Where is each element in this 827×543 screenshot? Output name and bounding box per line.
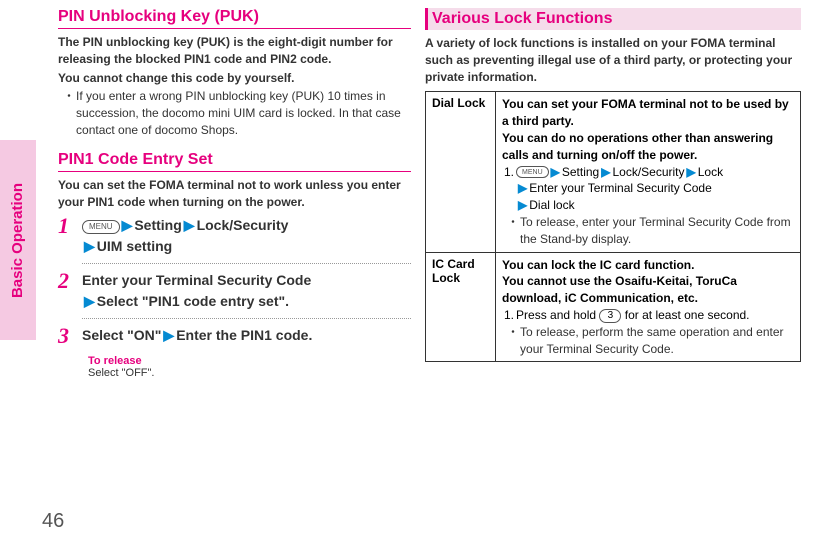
right-column: Various Lock Functions A variety of lock… bbox=[425, 8, 815, 543]
dl-dial: Dial lock bbox=[529, 198, 574, 212]
step-1-body: MENU▶Setting▶Lock/Security ▶UIM setting bbox=[82, 215, 288, 257]
step-num: 1. bbox=[504, 307, 514, 324]
arrow-icon: ▶ bbox=[84, 238, 95, 254]
various-lock-desc: A variety of lock functions is installed… bbox=[425, 35, 801, 85]
step-num-3: 3 bbox=[58, 325, 82, 347]
bullet-dot: ･ bbox=[510, 324, 516, 358]
arrow-icon: ▶ bbox=[84, 293, 95, 309]
step-1-uim: UIM setting bbox=[97, 238, 172, 254]
key-3-icon: 3 bbox=[599, 309, 621, 323]
step-num-2: 2 bbox=[58, 270, 82, 292]
heading-various-lock: Various Lock Functions bbox=[425, 8, 801, 30]
ic-bullet-text: To release, perform the same operation a… bbox=[520, 324, 794, 358]
dial-lock-b2: You can do no operations other than answ… bbox=[502, 130, 794, 164]
ic-step: 1. Press and hold 3 for at least one sec… bbox=[504, 307, 794, 324]
heading-puk: PIN Unblocking Key (PUK) bbox=[58, 8, 411, 29]
dial-lock-bullet-text: To release, enter your Terminal Security… bbox=[520, 214, 794, 248]
step-3-l1: Select "ON" bbox=[82, 327, 161, 343]
menu-icon: MENU bbox=[516, 166, 549, 178]
separator bbox=[82, 318, 411, 319]
dial-lock-b1: You can set your FOMA terminal not to be… bbox=[502, 96, 794, 130]
step-2-body: Enter your Terminal Security Code ▶Selec… bbox=[82, 270, 311, 312]
dl-locksec: Lock/Security bbox=[612, 165, 684, 179]
pin1-desc: You can set the FOMA terminal not to wor… bbox=[58, 177, 411, 211]
step-3: 3 Select "ON"▶Enter the PIN1 code. bbox=[58, 325, 411, 347]
ic-b2: You cannot use the Osaifu-Keitai, ToruCa… bbox=[502, 273, 794, 307]
menu-icon: MENU bbox=[82, 220, 120, 234]
table-row: Dial Lock You can set your FOMA terminal… bbox=[426, 92, 801, 252]
ic-press-b: for at least one second. bbox=[625, 308, 750, 322]
dl-setting: Setting bbox=[562, 165, 599, 179]
heading-pin1: PIN1 Code Entry Set bbox=[58, 151, 411, 172]
step-1-setting: Setting bbox=[134, 217, 181, 233]
separator bbox=[82, 263, 411, 264]
arrow-icon: ▶ bbox=[163, 327, 174, 343]
ic-step-body: Press and hold 3 for at least one second… bbox=[516, 307, 750, 324]
puk-bullet-text: If you enter a wrong PIN unblocking key … bbox=[76, 88, 411, 138]
bullet-dot: ･ bbox=[66, 88, 72, 138]
ic-b1: You can lock the IC card function. bbox=[502, 257, 794, 274]
step-3-body: Select "ON"▶Enter the PIN1 code. bbox=[82, 325, 312, 346]
dl-lock: Lock bbox=[698, 165, 723, 179]
release-body: Select "OFF". bbox=[88, 367, 411, 379]
ic-press-a: Press and hold bbox=[516, 308, 596, 322]
left-column: PIN Unblocking Key (PUK) The PIN unblock… bbox=[58, 8, 425, 543]
arrow-icon: ▶ bbox=[184, 217, 195, 233]
dial-lock-cell: You can set your FOMA terminal not to be… bbox=[496, 92, 801, 252]
sidebar-tab: Basic Operation bbox=[0, 140, 36, 340]
arrow-icon: ▶ bbox=[518, 181, 527, 195]
arrow-icon: ▶ bbox=[518, 198, 527, 212]
arrow-icon: ▶ bbox=[687, 165, 696, 179]
step-num: 1. bbox=[504, 164, 514, 214]
step-1-lock: Lock/Security bbox=[197, 217, 289, 233]
bullet-dot: ･ bbox=[510, 214, 516, 248]
page-content: PIN Unblocking Key (PUK) The PIN unblock… bbox=[58, 0, 827, 543]
step-2-l1: Enter your Terminal Security Code bbox=[82, 272, 311, 288]
step-2-l2: Select "PIN1 code entry set". bbox=[97, 293, 289, 309]
step-2: 2 Enter your Terminal Security Code ▶Sel… bbox=[58, 270, 411, 312]
dial-lock-label: Dial Lock bbox=[426, 92, 496, 252]
lock-functions-table: Dial Lock You can set your FOMA terminal… bbox=[425, 91, 801, 362]
arrow-icon: ▶ bbox=[551, 165, 560, 179]
page-number: 46 bbox=[42, 510, 64, 533]
puk-desc-2: You cannot change this code by yourself. bbox=[58, 70, 411, 87]
release-title: To release bbox=[88, 355, 411, 367]
ic-card-lock-cell: You can lock the IC card function. You c… bbox=[496, 252, 801, 362]
dial-lock-step-body: MENU▶Setting▶Lock/Security▶Lock ▶Enter y… bbox=[516, 164, 723, 214]
ic-card-lock-label: IC Card Lock bbox=[426, 252, 496, 362]
step-num-1: 1 bbox=[58, 215, 82, 237]
dial-lock-bullet: ･ To release, enter your Terminal Securi… bbox=[510, 214, 794, 248]
dial-lock-step: 1. MENU▶Setting▶Lock/Security▶Lock ▶Ente… bbox=[504, 164, 794, 214]
puk-bullet: ･ If you enter a wrong PIN unblocking ke… bbox=[66, 88, 411, 138]
dl-enter: Enter your Terminal Security Code bbox=[529, 181, 712, 195]
step-1: 1 MENU▶Setting▶Lock/Security ▶UIM settin… bbox=[58, 215, 411, 257]
arrow-icon: ▶ bbox=[601, 165, 610, 179]
sidebar-label: Basic Operation bbox=[10, 182, 27, 297]
table-row: IC Card Lock You can lock the IC card fu… bbox=[426, 252, 801, 362]
arrow-icon: ▶ bbox=[122, 217, 133, 233]
ic-bullet: ･ To release, perform the same operation… bbox=[510, 324, 794, 358]
step-3-l2: Enter the PIN1 code. bbox=[176, 327, 312, 343]
puk-desc-1: The PIN unblocking key (PUK) is the eigh… bbox=[58, 34, 411, 68]
